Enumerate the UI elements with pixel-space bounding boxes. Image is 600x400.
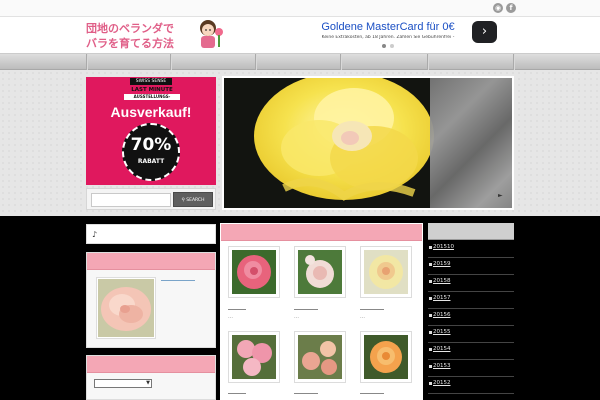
music-widget: ♪: [86, 224, 216, 244]
post-thumbnail[interactable]: [228, 246, 280, 298]
rose-thumbnail-image: [232, 335, 276, 379]
site-logo[interactable]: 団地のベランダで バラを育てる方法: [86, 19, 226, 53]
post-caption-line[interactable]: [228, 393, 246, 394]
bullet-icon: [429, 348, 432, 351]
left-widget-header: [87, 253, 215, 270]
nav-separator: [86, 54, 88, 70]
nav-separator: [513, 54, 515, 70]
post-caption-line[interactable]: [294, 393, 318, 394]
rose-thumbnail-image: [298, 250, 342, 294]
sale-ad-headline: Ausverkauf!: [110, 104, 192, 120]
archive-link[interactable]: 20154: [433, 346, 451, 352]
post-thumbnail[interactable]: [228, 331, 280, 383]
sale-ad-strip: AUSSTELLUNGS-: [124, 94, 180, 100]
post-caption-line[interactable]: [360, 309, 384, 310]
rose-thumbnail-image: [298, 335, 342, 379]
left-featured-widget: [86, 252, 216, 348]
left-widget2-header: [87, 356, 215, 373]
sale-ad[interactable]: SWISS SENSE LAST MINUTE AUSSTELLUNGS- Au…: [86, 77, 216, 185]
archive-item[interactable]: 20159: [428, 257, 514, 275]
post-caption-line[interactable]: [294, 309, 318, 310]
bullet-icon: [429, 263, 432, 266]
sale-ad-last-minute: LAST MINUTE: [131, 87, 173, 93]
main-column-header: [221, 224, 422, 241]
post-thumbnail[interactable]: [360, 246, 412, 298]
archive-link[interactable]: 20152: [433, 380, 451, 386]
bullet-icon: [429, 297, 432, 300]
bullet-icon: [429, 331, 432, 334]
bullet-icon: [429, 280, 432, 283]
featured-photo[interactable]: [96, 277, 156, 339]
rss-icon[interactable]: ◉: [493, 3, 503, 13]
post-caption-line[interactable]: [228, 309, 246, 310]
main-nav: [0, 53, 600, 70]
archive-item[interactable]: 20152: [428, 376, 514, 394]
search-box: ⚲ SEARCH: [86, 188, 216, 210]
archive-dropdown[interactable]: ▼: [94, 379, 152, 388]
ad-title[interactable]: Goldene MasterCard für 0€: [300, 21, 476, 33]
bullet-icon: [429, 314, 432, 317]
bullet-icon: [429, 365, 432, 368]
archive-sidebar-header: [428, 223, 514, 240]
nav-separator: [170, 54, 172, 70]
post-thumbnail[interactable]: [294, 246, 346, 298]
pink-rose-image: [98, 279, 154, 337]
archive-link[interactable]: 20156: [433, 312, 451, 318]
logo-line-2: バラを育てる方法: [86, 37, 174, 50]
ad-subtitle: Keine Extrakosten, ab 18 Jahren. Zahlen …: [321, 35, 455, 40]
archive-link[interactable]: 20159: [433, 261, 451, 267]
logo-line-1: 団地のベランダで: [86, 22, 174, 35]
sale-ad-badge: 70% RABATT: [122, 123, 180, 181]
archive-link[interactable]: 201510: [433, 244, 454, 250]
chevron-down-icon: ▼: [146, 380, 150, 386]
search-button[interactable]: ⚲ SEARCH: [173, 192, 213, 207]
slider-next-arrow-icon[interactable]: ►: [498, 192, 503, 199]
archive-item[interactable]: 20158: [428, 274, 514, 292]
post-meta: …: [294, 314, 299, 320]
nav-separator: [255, 54, 257, 70]
left-archive-widget: ▼: [86, 355, 216, 400]
main-column: … … …: [220, 223, 423, 400]
sale-ad-rabatt: RABATT: [137, 158, 165, 165]
music-note-icon[interactable]: ♪: [92, 230, 97, 239]
facebook-icon[interactable]: f: [506, 3, 516, 13]
archive-link[interactable]: 20157: [433, 295, 451, 301]
ad-arrow-button[interactable]: ›: [472, 21, 497, 43]
post-thumbnail[interactable]: [294, 331, 346, 383]
archive-item[interactable]: 20156: [428, 308, 514, 326]
archive-item[interactable]: 20157: [428, 291, 514, 309]
search-button-label: SEARCH: [186, 198, 205, 203]
post-meta: …: [360, 314, 365, 320]
rose-thumbnail-image: [232, 250, 276, 294]
slider-next-preview: [430, 78, 512, 208]
image-slider[interactable]: ►: [222, 76, 514, 210]
nav-separator: [340, 54, 342, 70]
search-icon: ⚲: [181, 198, 185, 203]
search-input[interactable]: [91, 193, 171, 207]
post-thumbnail[interactable]: [360, 331, 412, 383]
sale-ad-percent: 70%: [130, 135, 172, 155]
rose-thumbnail-image: [364, 335, 408, 379]
post-caption-line[interactable]: [360, 393, 384, 394]
bullet-icon: [429, 382, 432, 385]
ad-banner[interactable]: Goldene MasterCard für 0€ Keine Extrakos…: [300, 19, 500, 49]
ad-dot-2[interactable]: [390, 44, 394, 48]
archive-sidebar: 201510 20159 20158 20157 20156 20155 201…: [428, 223, 514, 400]
archive-link[interactable]: 20158: [433, 278, 451, 284]
post-meta: …: [228, 314, 233, 320]
sale-ad-brand: SWISS SENSE: [130, 78, 172, 85]
bullet-icon: [429, 246, 432, 249]
archive-item[interactable]: 20155: [428, 325, 514, 343]
archive-item[interactable]: 20153: [428, 359, 514, 377]
archive-item[interactable]: 20154: [428, 342, 514, 360]
girl-mascot-icon: [200, 20, 223, 48]
archive-item[interactable]: 201510: [428, 240, 514, 258]
featured-photo-link[interactable]: [161, 280, 195, 281]
archive-link[interactable]: 20155: [433, 329, 451, 335]
rose-thumbnail-image: [364, 250, 408, 294]
ad-dot-1[interactable]: [382, 44, 386, 48]
nav-separator: [427, 54, 429, 70]
archive-link[interactable]: 20153: [433, 363, 451, 369]
